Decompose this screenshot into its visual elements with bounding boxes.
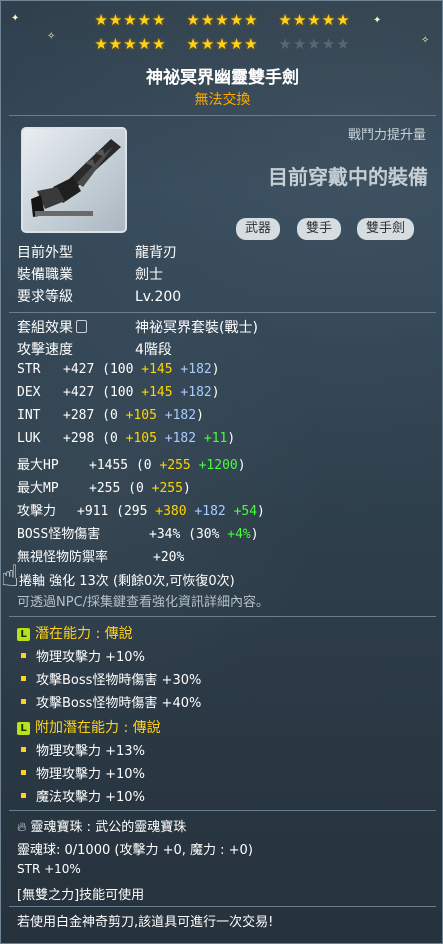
scroll-upgrade-row: 捲軸 強化 13次 (剩餘0次,可恢復0次) (19, 574, 235, 589)
star-group: ★★★★★ (278, 11, 351, 29)
soul-flame-icon: 🔥︎ (17, 820, 27, 835)
stat-line: DEX +427 (100 +145 +182) (17, 385, 220, 400)
divider (9, 906, 436, 907)
bullet-icon (21, 676, 26, 681)
category-tag: 雙手 (297, 218, 342, 240)
divider (9, 312, 436, 313)
category-tag: 武器 (236, 218, 281, 240)
bullet-icon (21, 747, 26, 752)
bonus-potential-line: 魔法攻擊力 +10% (21, 786, 145, 805)
star-group: ★★★★★ (94, 11, 167, 29)
stat-line: STR +427 (100 +145 +182) (17, 362, 220, 377)
star-force-row-1: ★★★★★ ★★★★★ ★★★★★ (1, 11, 442, 29)
divider (9, 810, 436, 811)
trade-status: 無法交換 (194, 92, 251, 108)
star-force-row-2: ★★★★★ ★★★★★ ★★★★★ (1, 35, 442, 53)
set-effect-row: 套組效果 神祕冥界套裝(戰士) (17, 320, 258, 336)
upgrade-note: 可透過NPC/採集鍵查看強化資訊詳細內容。 (17, 595, 270, 610)
set-info-icon (76, 320, 87, 333)
potential-header: L 潛在能力 : 傳說 (17, 623, 133, 643)
bonus-potential-header: L 附加潛在能力 : 傳說 (17, 717, 161, 737)
stat-line: 最大HP +1455 (0 +255 +1200) (17, 458, 246, 473)
bonus-potential-line: 物理攻擊力 +13% (21, 740, 145, 759)
potential-line: 攻擊Boss怪物時傷害 +40% (21, 692, 201, 711)
bullet-icon (21, 793, 26, 798)
category-tag: 雙手劍 (357, 218, 415, 240)
soul-header: 🔥︎ 靈魂寶珠 : 武公的靈魂寶珠 (17, 820, 187, 835)
divider (9, 616, 436, 617)
legendary-grade-icon: L (17, 628, 30, 641)
stat-line: LUK +298 (0 +105 +182 +11) (17, 431, 236, 446)
attack-speed-row: 攻擊速度 4階段 (17, 342, 172, 358)
stat-line: 無視怪物防禦率 +20% (17, 550, 185, 565)
combat-power-label: 戰鬥力提升量 (347, 128, 426, 143)
soul-skill-row: [無雙之力]技能可使用 (17, 888, 145, 903)
bonus-potential-line: 物理攻擊力 +10% (21, 763, 145, 782)
stat-line: 最大MP +255 (0 +255) (17, 481, 191, 496)
star-group: ★★★★★ (186, 11, 259, 29)
legendary-grade-icon: L (17, 722, 30, 735)
hand-cursor-icon: ☝ (1, 559, 20, 594)
currently-equipped-label: 目前穿戴中的裝備 (268, 165, 428, 189)
item-tooltip: ✦ ✧ ✦ ✧ ★★★★★ ★★★★★ ★★★★★ ★★★★★ ★★★★★ ★★… (0, 0, 443, 944)
bullet-icon (21, 770, 26, 775)
star-group: ★★★★★ (186, 35, 259, 53)
footer-note: 若使用白金神奇剪刀,該道具可進行一次交易! (17, 915, 274, 930)
stat-line: BOSS怪物傷害 +34% (30% +4%) (17, 527, 259, 542)
soul-stat-row: STR +10% (17, 862, 81, 876)
potential-line: 物理攻擊力 +10% (21, 646, 145, 665)
item-thumbnail (21, 127, 127, 233)
item-name: 神祕冥界幽靈雙手劍 (146, 68, 299, 88)
star-group: ★★★★★ (94, 35, 167, 53)
divider (9, 115, 436, 116)
bullet-icon (21, 653, 26, 658)
star-group-empty: ★★★★★ (278, 35, 351, 53)
info-row: 目前外型 龍背刃 (17, 245, 177, 261)
greatsword-icon (31, 139, 121, 217)
stat-line: INT +287 (0 +105 +182) (17, 408, 204, 423)
potential-line: 攻擊Boss怪物時傷害 +30% (21, 669, 201, 688)
soul-gauge-row: 靈魂球: 0/1000 (攻擊力 +0, 魔力 : +0) (17, 843, 253, 858)
bullet-icon (21, 699, 26, 704)
info-row: 裝備職業 劍士 (17, 267, 163, 283)
stat-line: 攻擊力 +911 (295 +380 +182 +54) (17, 504, 265, 519)
info-row: 要求等級 Lv.200 (17, 289, 182, 305)
